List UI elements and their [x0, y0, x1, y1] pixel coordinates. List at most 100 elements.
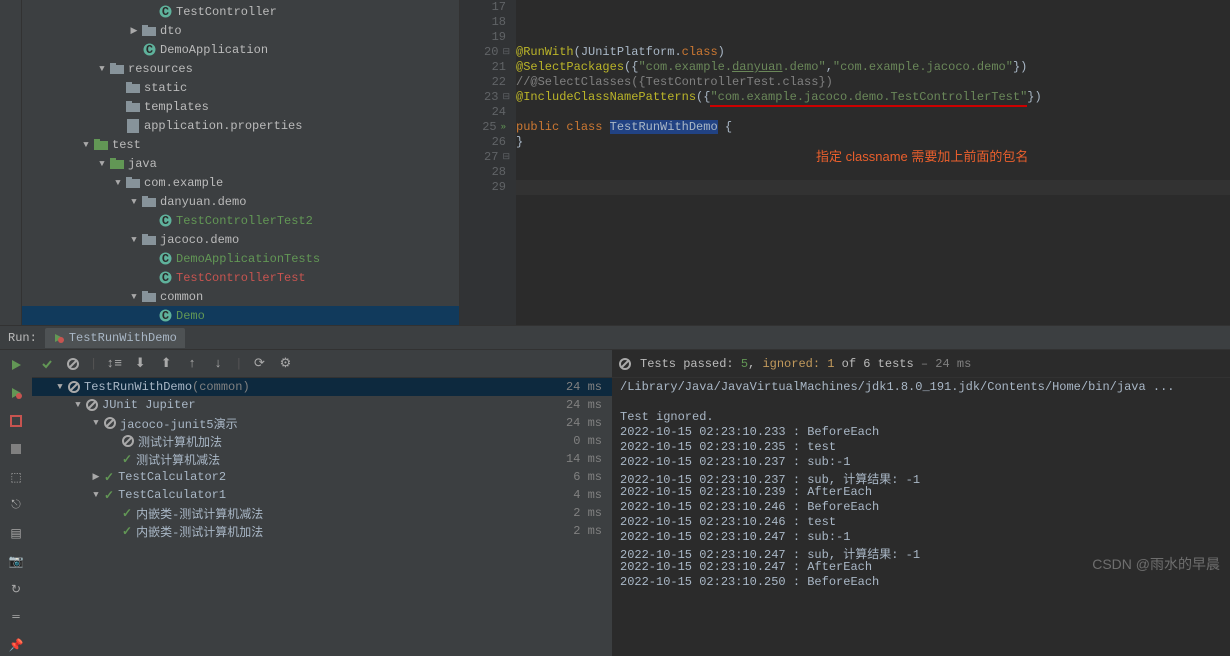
ignored-icon — [86, 399, 98, 411]
tree-item-label: common — [160, 290, 203, 304]
console-line: 2022-10-15 02:23:10.239 : AfterEach — [620, 485, 1222, 500]
pin-button[interactable]: ⎋ — [5, 494, 27, 516]
test-duration: 24 ms — [566, 398, 602, 412]
tree-item-label: com.example — [144, 176, 223, 190]
dump-button[interactable]: ⬚ — [5, 466, 27, 488]
tree-arrow-icon[interactable]: ▶ — [126, 26, 142, 36]
class-icon: C — [158, 309, 172, 323]
tree-arrow-icon[interactable]: ▼ — [126, 197, 142, 207]
test-results-panel: | ↕≡ ⬇ ⬆ ↑ ↓ | ⟳ ⚙ ▼TestRunWithDemo (com… — [32, 350, 612, 656]
tree-item[interactable]: application.properties — [22, 116, 459, 135]
pin-tab-button[interactable]: 📌 — [5, 634, 27, 656]
run-tab[interactable]: TestRunWithDemo — [45, 328, 185, 348]
tree-item[interactable]: ▼ java — [22, 154, 459, 173]
console-line: 2022-10-15 02:23:10.250 : BeforeEach — [620, 575, 1222, 590]
test-row[interactable]: ▼✓TestCalculator14 ms — [32, 486, 612, 504]
check-icon: ✓ — [122, 524, 132, 539]
test-duration: 24 ms — [566, 380, 602, 394]
tree-item[interactable]: ▼ com.example — [22, 173, 459, 192]
tree-item[interactable]: C DemoApplication — [22, 40, 459, 59]
editor-gutter: 17 18 19 20⊟21 22 23⊟24 25» 26 27⊟28 29 — [460, 0, 516, 325]
check-icon: ✓ — [104, 470, 114, 485]
settings-button[interactable]: ═ — [5, 606, 27, 628]
toggle-auto-button[interactable] — [5, 410, 27, 432]
test-row[interactable]: ▼jacoco-junit5演示24 ms — [32, 414, 612, 432]
test-row[interactable]: ▼TestRunWithDemo (common)24 ms — [32, 378, 612, 396]
tree-arrow-icon[interactable]: ▼ — [78, 140, 94, 150]
tree-item-label: Demo — [176, 309, 205, 323]
tree-item[interactable]: CDemoApplicationTests — [22, 249, 459, 268]
tree-item[interactable]: ▼ jacoco.demo — [22, 230, 459, 249]
rerun-button[interactable] — [5, 354, 27, 376]
test-row[interactable]: ▶✓TestCalculator26 ms — [32, 468, 612, 486]
svg-text:C: C — [161, 5, 168, 18]
tree-item-label: jacoco.demo — [160, 233, 239, 247]
tree-item[interactable]: CTestControllerTest2 — [22, 211, 459, 230]
tree-item[interactable]: ▼ common — [22, 287, 459, 306]
check-icon: ✓ — [104, 488, 114, 503]
tree-arrow-icon[interactable]: ▼ — [88, 490, 104, 500]
tree-item[interactable]: static — [22, 78, 459, 97]
test-tree[interactable]: ▼TestRunWithDemo (common)24 ms▼JUnit Jup… — [32, 378, 612, 656]
tree-arrow-icon[interactable]: ▼ — [126, 235, 142, 245]
show-passed-button[interactable] — [38, 355, 56, 373]
tree-arrow-icon[interactable]: ▼ — [110, 178, 126, 188]
run-tab-bar[interactable]: Run: TestRunWithDemo — [0, 326, 1230, 350]
expand-all-button[interactable]: ⬇ — [131, 355, 149, 373]
rerun-failed-button[interactable] — [5, 382, 27, 404]
tree-item-label: static — [144, 81, 187, 95]
console-line: 2022-10-15 02:23:10.237 : sub, 计算结果: -1 — [620, 470, 1222, 485]
next-button[interactable]: ↓ — [209, 355, 227, 373]
tree-arrow-icon[interactable]: ▼ — [94, 159, 110, 169]
layout-button[interactable]: ▤ — [5, 522, 27, 544]
tree-arrow-icon[interactable]: ▼ — [70, 400, 86, 410]
tree-item-label: test — [112, 138, 141, 152]
test-duration: 6 ms — [573, 470, 602, 484]
tree-item[interactable]: ▼ danyuan.demo — [22, 192, 459, 211]
tree-arrow-icon[interactable]: ▶ — [88, 472, 104, 482]
tree-arrow-icon[interactable]: ▼ — [52, 382, 68, 392]
tree-item[interactable]: templates — [22, 97, 459, 116]
tree-item-label: DemoApplication — [160, 43, 268, 57]
show-ignored-button[interactable] — [64, 355, 82, 373]
test-label: jacoco-junit5演示 — [120, 415, 238, 432]
prev-button[interactable]: ↑ — [183, 355, 201, 373]
tree-item[interactable]: CTestControllerTest — [22, 268, 459, 287]
test-row[interactable]: ✓内嵌类-测试计算机减法2 ms — [32, 504, 612, 522]
history-button[interactable]: ↻ — [5, 578, 27, 600]
stop-button[interactable] — [5, 438, 27, 460]
tree-item[interactable]: CTestController — [22, 2, 459, 21]
ignored-icon — [104, 417, 116, 429]
tree-item[interactable]: ▼resources — [22, 59, 459, 78]
test-row[interactable]: ✓内嵌类-测试计算机加法2 ms — [32, 522, 612, 540]
tree-item-label: application.properties — [144, 119, 302, 133]
import-button[interactable]: ⟳ — [250, 355, 268, 373]
tree-item[interactable]: C Demo — [22, 306, 459, 325]
sort-button[interactable]: ↕≡ — [105, 355, 123, 373]
tree-arrow-icon[interactable]: ▼ — [88, 418, 104, 428]
tree-item-label: danyuan.demo — [160, 195, 246, 209]
folder-test-icon — [110, 157, 124, 171]
console-line: 2022-10-15 02:23:10.246 : test — [620, 515, 1222, 530]
console-output[interactable]: /Library/Java/JavaVirtualMachines/jdk1.8… — [612, 378, 1230, 656]
collapse-all-button[interactable]: ⬆ — [157, 355, 175, 373]
export-button[interactable]: 📷 — [5, 550, 27, 572]
test-row[interactable]: ✓测试计算机减法14 ms — [32, 450, 612, 468]
settings-icon[interactable]: ⚙ — [276, 355, 294, 373]
class-icon: C — [142, 43, 156, 57]
tree-arrow-icon[interactable]: ▼ — [94, 64, 110, 74]
folder-test-icon — [94, 138, 108, 152]
test-status-text: Tests passed: 5, ignored: 1 of 6 tests –… — [640, 357, 971, 371]
test-row[interactable]: 测试计算机加法0 ms — [32, 432, 612, 450]
tree-item-label: java — [128, 157, 157, 171]
svg-text:C: C — [145, 43, 152, 56]
tree-arrow-icon[interactable]: ▼ — [126, 292, 142, 302]
project-tree[interactable]: CTestController▶dto C DemoApplication ▼reso… — [22, 0, 460, 325]
tree-item[interactable]: ▼ test — [22, 135, 459, 154]
test-label: 内嵌类-测试计算机减法 — [136, 505, 263, 522]
code-editor[interactable]: 17 18 19 20⊟21 22 23⊟24 25» 26 27⊟28 29 … — [460, 0, 1230, 325]
editor-code[interactable]: @RunWith(JUnitPlatform.class) @SelectPac… — [516, 0, 1230, 325]
tree-item[interactable]: ▶dto — [22, 21, 459, 40]
test-toolbar: | ↕≡ ⬇ ⬆ ↑ ↓ | ⟳ ⚙ — [32, 350, 612, 378]
test-row[interactable]: ▼JUnit Jupiter24 ms — [32, 396, 612, 414]
